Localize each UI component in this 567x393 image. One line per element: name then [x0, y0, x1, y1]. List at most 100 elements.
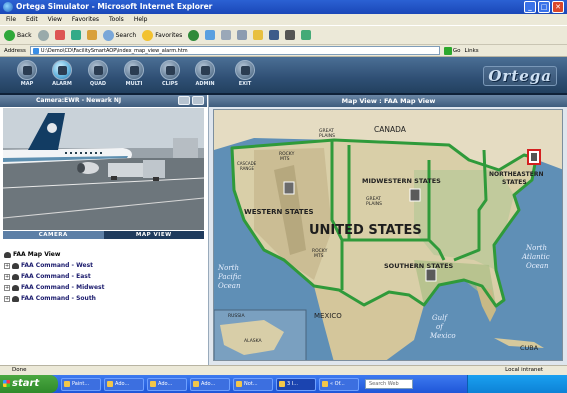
task-item[interactable]: Ado... [147, 377, 187, 391]
svg-text:Pacific: Pacific [217, 273, 241, 281]
label-russia: RUSSIA [228, 313, 245, 319]
task-item[interactable]: « Of... [319, 377, 359, 391]
taskbar-search-input[interactable]: Search Web [365, 379, 413, 389]
camera-marker-midwest[interactable] [409, 188, 421, 202]
svg-text:Ocean: Ocean [526, 262, 549, 270]
admin-icon [201, 66, 210, 75]
camera-tab-bar: CAMERA MAP VIEW [3, 231, 204, 239]
task-item[interactable]: Not... [233, 377, 273, 391]
nav-alarm-button[interactable]: ALARM [50, 60, 74, 87]
nav-multi-button[interactable]: MULTI [122, 60, 146, 87]
system-tray [467, 375, 567, 393]
camera-panel: Camera:EWR - Newark NJ CAMERA MAP VIEW F… [0, 95, 207, 365]
history-icon[interactable] [205, 30, 216, 40]
us-map[interactable]: CANADA GREAT PLAINS ROCKY MTS CASCADE RA… [213, 109, 563, 361]
camera-control-right[interactable] [192, 96, 204, 105]
links-button[interactable]: Links [465, 48, 479, 54]
menu-help[interactable]: Help [134, 14, 148, 25]
tab-map-view[interactable]: MAP VIEW [104, 231, 205, 239]
stop-icon[interactable] [54, 30, 65, 40]
address-label: Address [4, 47, 26, 54]
messenger-icon[interactable] [301, 30, 312, 40]
minimize-button[interactable]: _ [524, 1, 536, 13]
svg-text:PLAINS: PLAINS [319, 133, 335, 139]
camera-control-left[interactable] [178, 96, 190, 105]
svg-text:MTS: MTS [280, 156, 290, 162]
back-button[interactable]: Back [4, 29, 32, 41]
go-button[interactable]: Go [443, 46, 461, 55]
folder-icon[interactable] [253, 30, 264, 40]
expand-icon[interactable]: + [4, 295, 10, 302]
svg-text:RANGE: RANGE [240, 166, 254, 171]
tree-item-west[interactable]: + FAA Command - West [4, 260, 104, 271]
camera-group-icon [12, 284, 19, 291]
quad-icon [94, 66, 103, 75]
close-button[interactable]: ✕ [552, 1, 564, 13]
address-input[interactable]: U:\Demo\CD\FacilitySmartAOP\index_map_vi… [29, 46, 440, 55]
multi-icon [130, 66, 139, 75]
label-atlantic-ocean: North [525, 244, 547, 252]
star-icon [142, 29, 154, 41]
tab-camera[interactable]: CAMERA [3, 231, 104, 239]
menu-tools[interactable]: Tools [109, 14, 124, 25]
forward-arrow-icon[interactable] [37, 29, 49, 41]
start-button[interactable]: start [0, 375, 58, 393]
expand-icon[interactable]: + [4, 262, 10, 269]
menu-view[interactable]: View [48, 14, 62, 25]
svg-text:MTS: MTS [314, 253, 324, 259]
nav-admin-button[interactable]: ADMIN [193, 60, 217, 87]
tree-item-midwest[interactable]: + FAA Command - Midwest [4, 282, 104, 293]
svg-text:PLAINS: PLAINS [366, 201, 382, 207]
expand-icon[interactable]: + [4, 284, 10, 291]
label-cuba: CUBA [520, 344, 539, 352]
tree-root[interactable]: FAA Map View [4, 249, 104, 260]
label-canada: CANADA [374, 125, 407, 134]
camera-feed [3, 108, 204, 230]
search-button[interactable]: Search [102, 29, 136, 41]
nav-map-button[interactable]: MAP [15, 60, 39, 87]
svg-text:Ocean: Ocean [218, 282, 241, 290]
airport-camera-image [3, 108, 204, 230]
exit-icon [241, 66, 250, 75]
maximize-button[interactable]: □ [538, 1, 550, 13]
camera-group-icon [12, 262, 19, 269]
tree-item-south[interactable]: + FAA Command - South [4, 293, 104, 304]
ie-icon [3, 2, 13, 12]
map-folder-icon [4, 251, 11, 258]
nav-quad-button[interactable]: QUAD [86, 60, 110, 87]
taskbar: start Paint... Ado... Ado... Ado... Not.… [0, 375, 567, 393]
task-item[interactable]: Ado... [104, 377, 144, 391]
discuss-icon[interactable] [285, 30, 296, 40]
task-item[interactable]: 3 I... [276, 377, 316, 391]
menu-file[interactable]: File [6, 14, 16, 25]
home-icon[interactable] [86, 30, 97, 40]
task-item[interactable]: Paint... [61, 377, 101, 391]
map-header: Map View : FAA Map View [209, 95, 567, 107]
nav-exit-button[interactable]: EXIT [233, 60, 257, 87]
expand-icon[interactable]: + [4, 273, 10, 280]
svg-text:Atlantic: Atlantic [521, 253, 550, 261]
svg-text:STATES: STATES [502, 179, 527, 186]
favorites-button[interactable]: Favorites [142, 29, 182, 41]
camera-marker-south[interactable] [425, 268, 437, 282]
tree-item-east[interactable]: + FAA Command - East [4, 271, 104, 282]
label-northeastern: NORTHEASTERN [489, 171, 543, 178]
window-title: Ortega Simulator - Microsoft Internet Ex… [16, 2, 213, 11]
refresh-icon[interactable] [70, 30, 81, 40]
menu-favorites[interactable]: Favorites [72, 14, 99, 25]
print-icon[interactable] [237, 30, 248, 40]
search-icon [102, 29, 114, 41]
media-icon[interactable] [188, 29, 200, 41]
camera-marker-west[interactable] [283, 181, 295, 195]
nav-clips-button[interactable]: CLIPS [158, 60, 182, 87]
mail-icon[interactable] [221, 30, 232, 40]
app-header: MAP ALARM QUAD MULTI CLIPS ADMIN EXIT Or… [0, 57, 567, 95]
edit-icon[interactable] [269, 30, 280, 40]
menu-edit[interactable]: Edit [26, 14, 38, 25]
status-bar: Done Local intranet [0, 365, 567, 375]
map-panel: Map View : FAA Map View CANADA GREAT PLA… [208, 95, 567, 365]
task-item[interactable]: Ado... [190, 377, 230, 391]
security-zone: Local intranet [505, 367, 543, 373]
label-pacific-ocean: North [217, 264, 239, 272]
label-southern-states: SOUTHERN STATES [384, 262, 454, 270]
